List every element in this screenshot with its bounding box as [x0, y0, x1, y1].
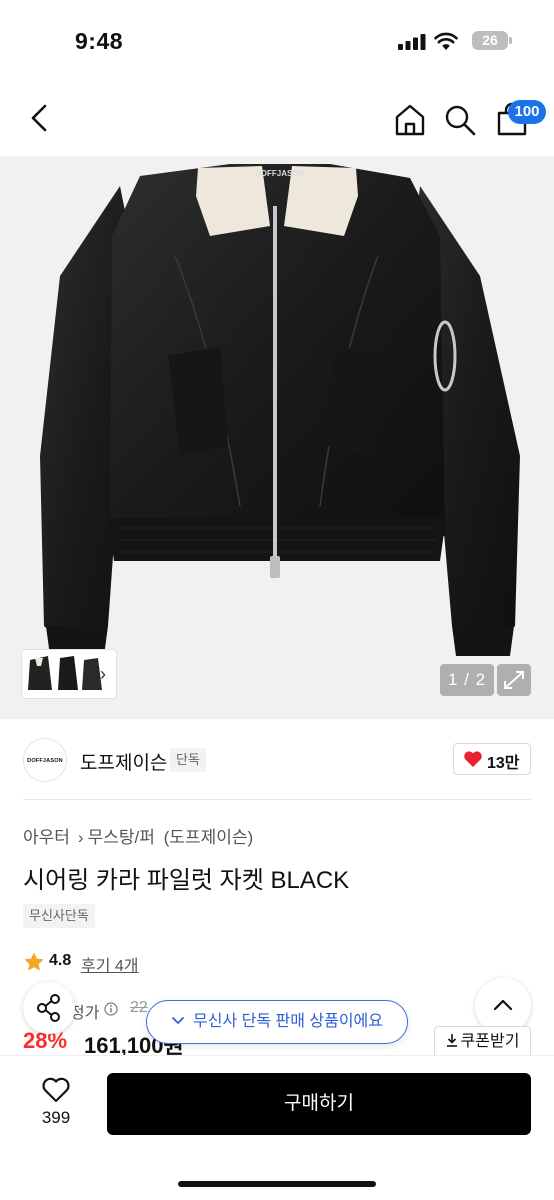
star-icon	[24, 952, 44, 971]
original-price: 22	[130, 999, 148, 1016]
divider	[23, 799, 531, 800]
product-image-gallery[interactable]: DOFFJASON	[0, 156, 554, 719]
search-icon[interactable]	[442, 102, 478, 138]
heart-icon	[464, 751, 482, 767]
nav-header	[0, 80, 554, 156]
battery-indicator: 26	[472, 31, 508, 50]
breadcrumb-item-outer[interactable]: 아우터	[23, 828, 70, 847]
jacket-brand-label: DOFFJASON	[255, 169, 305, 178]
info-icon[interactable]	[104, 1002, 118, 1016]
back-icon[interactable]	[22, 100, 58, 136]
review-count-link[interactable]: 후기 4개	[81, 952, 139, 976]
buy-button[interactable]: 구매하기	[107, 1073, 531, 1135]
home-indicator	[178, 1181, 376, 1187]
image-page-counter: 1 / 2	[440, 664, 494, 696]
wifi-icon	[434, 32, 458, 50]
signal-icon	[398, 34, 426, 50]
chevron-right-icon: ›	[77, 828, 84, 847]
product-title: 시어링 카라 파일럿 자켓 BLACK	[23, 867, 350, 894]
brand-logo[interactable]: DOFFJASON	[23, 738, 67, 782]
check-icon	[172, 1017, 184, 1024]
expand-button[interactable]	[497, 664, 531, 696]
like-button[interactable]: 13만	[453, 743, 531, 775]
wishlist-count: 399	[41, 1108, 71, 1127]
coupon-label: 쿠폰받기	[460, 1033, 520, 1050]
home-icon[interactable]	[392, 102, 428, 138]
download-icon	[446, 1034, 457, 1047]
toast-message: 무신사 단독 판매 상품이에요	[193, 1013, 383, 1030]
breadcrumb-item-mustang[interactable]: 무스탕/퍼	[88, 828, 155, 847]
cart-count-badge: 100	[508, 100, 546, 124]
share-button[interactable]	[23, 982, 75, 1034]
status-bar: 9:48 26	[0, 0, 554, 80]
share-icon	[37, 994, 60, 1022]
exclusive-tag: 무신사단독	[23, 904, 95, 928]
breadcrumb-item-brand[interactable]: (도프제이슨)	[164, 828, 254, 847]
expand-icon	[504, 671, 524, 689]
battery-nub	[509, 37, 512, 44]
breadcrumb: 아우터 › 무스탕/퍼 (도프제이슨)	[23, 823, 257, 848]
status-time: 9:48	[75, 28, 124, 54]
thumbnail-chevron-icon[interactable]: ›	[100, 664, 106, 685]
exclusive-toast: 무신사 단독 판매 상품이에요	[146, 1000, 408, 1044]
rating-value: 4.8	[49, 952, 72, 969]
brand-name[interactable]: 도프제이슨	[80, 748, 167, 775]
like-count: 13만	[487, 755, 520, 772]
brand-exclusive-badge: 단독	[170, 748, 206, 772]
wishlist-heart-icon[interactable]	[41, 1076, 71, 1104]
jacket-image: DOFFJASON	[40, 164, 520, 656]
coupon-button[interactable]: 쿠폰받기	[434, 1026, 531, 1058]
